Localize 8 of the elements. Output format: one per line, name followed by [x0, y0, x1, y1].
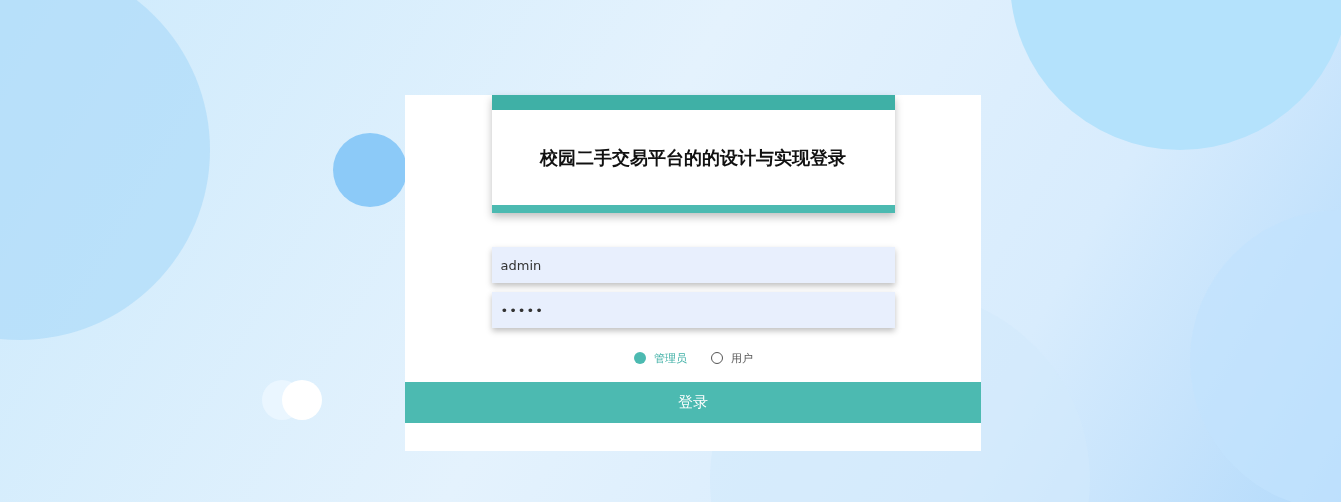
username-field[interactable]: admin [491, 247, 895, 283]
radio-button[interactable] [710, 352, 723, 364]
radio-label: 管理员 [653, 350, 687, 366]
password-field[interactable]: ••••• [491, 292, 895, 328]
radio-button[interactable] [633, 352, 646, 364]
radio-label: 用户 [730, 350, 753, 366]
bubble-shape [282, 380, 322, 420]
page-title: 校园二手交易平台的的设计与实现登录 [540, 145, 846, 170]
